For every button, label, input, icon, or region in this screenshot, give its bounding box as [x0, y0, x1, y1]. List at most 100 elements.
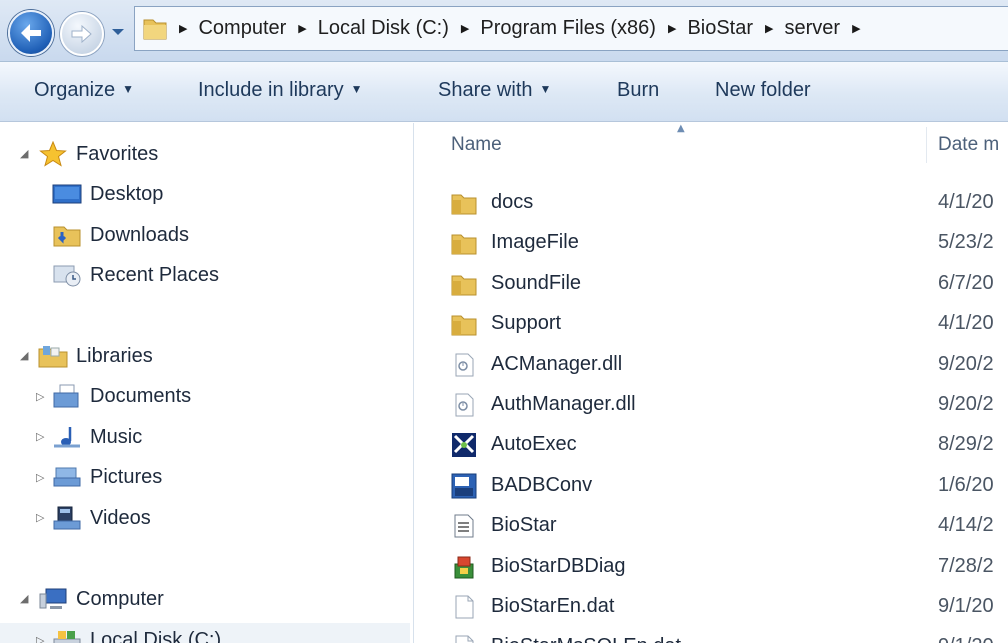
file-name: AutoExec: [491, 433, 577, 456]
nav-label: Recent Places: [90, 263, 219, 286]
file-date-modified: 7/28/2: [938, 554, 994, 577]
chevron-down-icon: [112, 29, 124, 35]
nav-item-pictures[interactable]: Pictures: [52, 459, 162, 495]
breadcrumb-separator-icon[interactable]: ▶: [765, 22, 773, 35]
expand-triangle-icon[interactable]: ▷: [36, 511, 44, 524]
nav-label: Documents: [90, 384, 192, 407]
folder-icon: [451, 234, 477, 255]
nav-item-desktop[interactable]: Desktop: [52, 176, 163, 212]
breadcrumb-item-computer[interactable]: Computer: [198, 17, 286, 40]
column-divider[interactable]: [926, 127, 927, 163]
organize-button[interactable]: Organize ▼: [34, 79, 134, 102]
command-bar: Organize ▼ Include in library ▼ Share with…: [0, 62, 1008, 122]
collapse-triangle-icon[interactable]: ◢: [20, 592, 28, 605]
file-date-modified: 4/1/20: [938, 191, 994, 213]
file-name: AuthManager.dll: [491, 393, 636, 415]
file-name: SoundFile: [491, 271, 582, 294]
nav-item-documents[interactable]: Documents: [52, 378, 191, 414]
collapse-triangle-icon[interactable]: ◢: [20, 349, 28, 362]
blank-file-icon: [455, 635, 474, 643]
address-box[interactable]: ▶ Computer ▶ Local Disk (C:) ▶ Program F…: [134, 6, 1008, 51]
file-date-modified: 6/7/20: [938, 271, 994, 294]
nav-label: Music: [90, 425, 143, 448]
file-row[interactable]: AuthManager.dll 9/20/2: [415, 385, 1008, 425]
nav-item-favorites[interactable]: Favorites: [38, 136, 158, 172]
file-row[interactable]: BioStarEn.dat 9/1/20: [415, 587, 1008, 627]
nav-label: Local Disk (C:): [90, 628, 222, 643]
recent-pages-dropdown[interactable]: [110, 24, 126, 38]
expand-triangle-icon[interactable]: ▷: [36, 430, 44, 443]
breadcrumb-separator-icon[interactable]: ▶: [461, 22, 469, 35]
breadcrumb-separator-icon[interactable]: ▶: [668, 22, 676, 35]
drive-icon: [53, 631, 81, 643]
folder-icon: [451, 275, 477, 296]
file-date-modified: 4/14/2: [938, 514, 994, 537]
column-header-name[interactable]: Name: [451, 134, 502, 156]
autoexec-app-icon: [452, 433, 476, 458]
file-name: ImageFile: [491, 231, 579, 254]
nav-item-computer[interactable]: Computer: [38, 581, 164, 617]
arrow-left-icon: [21, 24, 41, 42]
chevron-down-icon: ▼: [539, 82, 552, 96]
nav-label: Computer: [76, 587, 164, 610]
file-row[interactable]: docs 4/1/20: [415, 183, 1008, 223]
file-name: Support: [491, 312, 562, 335]
breadcrumb-separator-icon[interactable]: ▶: [179, 22, 187, 35]
column-header-date-modified[interactable]: Date m: [938, 134, 999, 156]
nav-label: Pictures: [90, 465, 163, 488]
file-row[interactable]: BioStarMsSQLEn.dat 9/1/20: [415, 627, 1008, 643]
nav-item-videos[interactable]: Videos: [52, 500, 151, 536]
share-with-label: Share with: [438, 79, 533, 101]
folder-icon: [451, 315, 477, 336]
new-folder-button[interactable]: New folder: [715, 79, 811, 102]
nav-item-downloads[interactable]: Downloads: [52, 217, 189, 253]
burn-button[interactable]: Burn: [617, 79, 659, 102]
star-icon: [39, 141, 67, 167]
file-row[interactable]: Support 4/1/20: [415, 304, 1008, 344]
file-name: BioStarMsSQLEn.dat: [491, 635, 681, 643]
breadcrumb-separator-icon[interactable]: ▶: [298, 22, 306, 35]
file-name: BioStarEn.dat: [491, 595, 615, 617]
nav-item-recent-places[interactable]: Recent Places: [52, 257, 219, 293]
include-in-library-button[interactable]: Include in library ▼: [198, 79, 363, 102]
document-icon: [454, 514, 474, 538]
file-row[interactable]: BADBConv 1/6/20: [415, 466, 1008, 506]
file-date-modified: 5/23/2: [938, 231, 994, 254]
sort-ascending-icon: ▲: [677, 123, 685, 134]
file-row[interactable]: AutoExec 8/29/2: [415, 425, 1008, 465]
computer-icon: [39, 588, 67, 609]
back-button[interactable]: [8, 10, 54, 56]
collapse-triangle-icon[interactable]: ◢: [20, 147, 28, 160]
file-name: BioStarDBDiag: [491, 554, 626, 577]
nav-item-local-disk[interactable]: Local Disk (C:): [52, 622, 221, 643]
file-row[interactable]: BioStarDBDiag 7/28/2: [415, 547, 1008, 587]
forward-button[interactable]: [60, 12, 104, 56]
expand-triangle-icon[interactable]: ▷: [36, 390, 44, 403]
file-row[interactable]: ACManager.dll 9/20/2: [415, 345, 1008, 385]
nav-item-music[interactable]: Music: [52, 419, 142, 455]
expand-triangle-icon[interactable]: ▷: [36, 471, 44, 484]
breadcrumb-item-local-disk[interactable]: Local Disk (C:): [318, 17, 449, 40]
share-with-button[interactable]: Share with ▼: [438, 79, 551, 102]
breadcrumb: ▶ Computer ▶ Local Disk (C:) ▶ Program F…: [179, 7, 872, 50]
file-row[interactable]: SoundFile 6/7/20: [415, 264, 1008, 304]
libraries-icon: [38, 346, 68, 368]
file-name: ACManager.dll: [491, 352, 623, 375]
breadcrumb-item-biostar[interactable]: BioStar: [687, 17, 753, 40]
file-row[interactable]: ImageFile 5/23/2: [415, 223, 1008, 263]
column-header-row: ▲ Name Date m: [415, 123, 1008, 169]
expand-triangle-icon[interactable]: ▷: [36, 634, 44, 643]
address-bar-row: ▶ Computer ▶ Local Disk (C:) ▶ Program F…: [0, 0, 1008, 62]
breadcrumb-item-program-files[interactable]: Program Files (x86): [480, 17, 656, 40]
breadcrumb-item-server[interactable]: server: [785, 17, 841, 40]
include-in-library-label: Include in library: [198, 79, 344, 101]
organize-label: Organize: [34, 79, 116, 101]
nav-label: Libraries: [76, 344, 153, 367]
file-row[interactable]: BioStar 4/14/2: [415, 506, 1008, 546]
breadcrumb-separator-icon[interactable]: ▶: [852, 22, 860, 35]
chevron-down-icon: ▼: [122, 82, 135, 96]
dll-file-icon: [455, 353, 474, 377]
nav-item-libraries[interactable]: Libraries: [38, 338, 153, 374]
recent-places-icon: [53, 265, 81, 287]
dll-file-icon: [455, 393, 474, 417]
